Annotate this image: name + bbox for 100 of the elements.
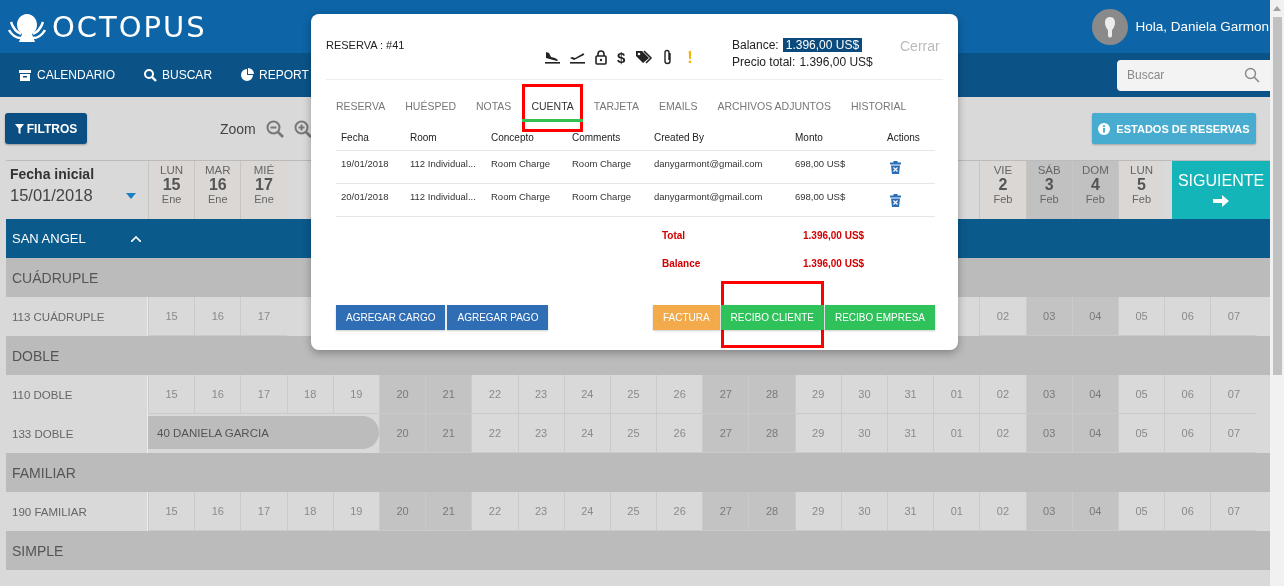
nav-item[interactable]: CALENDARIO	[18, 68, 116, 82]
day-cell[interactable]: 24	[563, 414, 610, 453]
day-cell[interactable]: 04	[1071, 375, 1118, 414]
day-cell[interactable]: 27	[702, 375, 749, 414]
day-cell[interactable]: 25	[609, 375, 657, 414]
day-cell[interactable]: 03	[1025, 297, 1072, 336]
trash-icon[interactable]	[890, 194, 901, 207]
day-cell[interactable]: 05	[1117, 297, 1165, 336]
day-cell[interactable]: 16	[194, 375, 241, 414]
day-cell[interactable]: 01	[933, 375, 980, 414]
scroll-thumb[interactable]	[1272, 17, 1282, 375]
day-cell[interactable]: 06	[1164, 297, 1211, 336]
lock-icon[interactable]	[595, 49, 607, 65]
tab[interactable]: TARJETA	[584, 94, 648, 122]
scrollbar[interactable]	[1270, 0, 1284, 586]
day-cell[interactable]: 06	[1164, 492, 1211, 531]
filter-button[interactable]: FILTROS	[5, 113, 87, 144]
close-button[interactable]: Cerrar	[897, 36, 940, 54]
day-cell[interactable]: 29	[794, 492, 841, 531]
day-cell[interactable]: 02	[979, 414, 1026, 453]
day-cell[interactable]: 05	[1117, 414, 1165, 453]
day-cell[interactable]: 20	[378, 492, 426, 531]
day-cell[interactable]: 31	[887, 375, 934, 414]
tab[interactable]: ARCHIVOS ADJUNTOS	[708, 94, 840, 122]
day-cell[interactable]: 02	[979, 375, 1026, 414]
day-cell[interactable]: 15	[148, 375, 195, 414]
day-cell[interactable]: 28	[748, 414, 795, 453]
day-cell[interactable]: 21	[425, 492, 472, 531]
tags-icon[interactable]	[635, 50, 654, 64]
day-cell[interactable]: 27	[702, 414, 749, 453]
day-cell[interactable]: 30	[840, 375, 887, 414]
reservation-status-button[interactable]: ESTADOS DE RESERVAS	[1092, 113, 1256, 144]
day-cell[interactable]: 18	[286, 375, 333, 414]
plane-landing-icon[interactable]	[545, 50, 560, 64]
action-button[interactable]: RECIBO EMPRESA	[824, 305, 935, 330]
day-cell[interactable]: 05	[1117, 375, 1165, 414]
day-cell[interactable]: 27	[702, 492, 749, 531]
alert-mark[interactable]: !	[687, 49, 693, 65]
tab[interactable]: HISTORIAL	[842, 94, 916, 122]
day-cell[interactable]: 26	[656, 414, 703, 453]
day-cell[interactable]: 03	[1025, 492, 1072, 531]
day-cell[interactable]: 07	[1210, 492, 1257, 531]
day-cell[interactable]: 21	[425, 375, 472, 414]
day-cell[interactable]: 22	[471, 414, 518, 453]
day-cell[interactable]: 23	[517, 375, 564, 414]
trash-icon[interactable]	[890, 161, 901, 174]
tab[interactable]: NOTAS	[467, 94, 521, 122]
day-cell[interactable]: 30	[840, 492, 887, 531]
day-cell[interactable]: 22	[471, 492, 518, 531]
day-cell[interactable]: 26	[656, 375, 703, 414]
day-cell[interactable]: 23	[517, 414, 564, 453]
day-cell[interactable]: 20	[378, 375, 426, 414]
user-greeting[interactable]: Hola, Daniela Garmon	[1135, 19, 1269, 34]
day-cell[interactable]: 29	[794, 375, 841, 414]
day-cell[interactable]: 17	[240, 492, 287, 531]
day-cell[interactable]: 22	[471, 375, 518, 414]
search-field[interactable]: Buscar	[1117, 59, 1270, 91]
day-cell[interactable]: 06	[1164, 375, 1211, 414]
day-cell[interactable]: 31	[887, 414, 934, 453]
action-button[interactable]: AGREGAR PAGO	[447, 305, 549, 330]
tab[interactable]: RESERVA	[327, 94, 395, 122]
day-cell[interactable]: 01	[933, 414, 980, 453]
day-cell[interactable]: 30	[840, 414, 887, 453]
nav-item[interactable]: REPORT	[240, 68, 309, 82]
day-cell[interactable]: 03	[1025, 414, 1072, 453]
zoom-in-icon[interactable]	[293, 119, 312, 138]
tab[interactable]: HUÉSPED	[396, 94, 465, 122]
paperclip-icon[interactable]	[663, 49, 674, 65]
day-cell[interactable]: 06	[1164, 414, 1211, 453]
day-cell[interactable]: 29	[794, 414, 841, 453]
action-button[interactable]: FACTURA	[652, 305, 720, 330]
day-cell[interactable]: 17	[240, 375, 287, 414]
day-cell[interactable]: 28	[748, 375, 795, 414]
day-cell[interactable]: 07	[1210, 414, 1257, 453]
day-cell[interactable]: 02	[979, 297, 1026, 336]
day-cell[interactable]: 07	[1210, 297, 1257, 336]
dollar-sign[interactable]: $	[617, 49, 626, 65]
day-cell[interactable]: 24	[563, 375, 610, 414]
zoom-out-icon[interactable]	[265, 119, 284, 138]
day-cell[interactable]: 17	[240, 297, 287, 336]
tab[interactable]: EMAILS	[649, 94, 707, 122]
day-cell[interactable]: 04	[1071, 492, 1118, 531]
day-cell[interactable]: 04	[1071, 297, 1118, 336]
day-cell[interactable]: 25	[609, 414, 657, 453]
booking-bar[interactable]: 40 DANIELA GARCIA	[148, 416, 379, 449]
day-cell[interactable]: 18	[286, 492, 333, 531]
day-cell[interactable]: 20	[378, 414, 426, 453]
day-cell[interactable]: 01	[933, 492, 980, 531]
day-cell[interactable]: 16	[194, 297, 241, 336]
day-cell[interactable]: 19	[332, 375, 379, 414]
day-cell[interactable]: 28	[748, 492, 795, 531]
day-cell[interactable]: 23	[517, 492, 564, 531]
day-cell[interactable]: 16	[194, 492, 241, 531]
day-cell[interactable]: 19	[332, 492, 379, 531]
next-button[interactable]: SIGUIENTE	[1172, 161, 1270, 219]
date-picker[interactable]: 15/01/2018	[10, 186, 140, 205]
day-cell[interactable]: 26	[656, 492, 703, 531]
day-cell[interactable]: 04	[1071, 414, 1118, 453]
day-cell[interactable]: 24	[563, 492, 610, 531]
day-cell[interactable]: 02	[979, 492, 1026, 531]
